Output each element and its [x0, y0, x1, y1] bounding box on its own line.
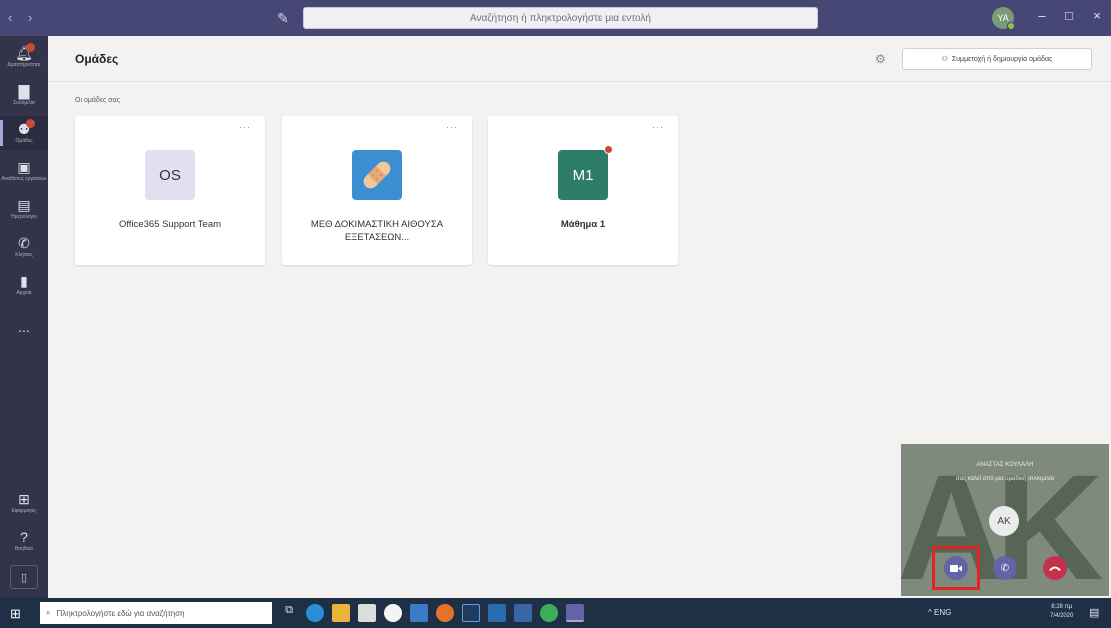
team-name: ΜΕΘ ΔΟΚΙΜΑΣΤΙΚΗ ΑΙΘΟΥΣΑ ΕΞΕΤΑΣΕΩΝ...: [310, 219, 444, 243]
decline-call-button[interactable]: [1043, 556, 1067, 580]
join-create-team-button[interactable]: ⚇ Συμμετοχή ή δημιουργία ομάδας: [902, 48, 1092, 70]
rail-item-activity[interactable]: 🔔︎ Δραστηριότητα: [0, 40, 48, 74]
apps-icon: ⊞: [18, 491, 30, 507]
rail-item-calls[interactable]: ✆ Κλήσεις: [0, 230, 48, 264]
app-icon[interactable]: [488, 604, 506, 622]
presence-indicator: [1007, 22, 1015, 30]
rail-label: Ημερολόγιο: [11, 214, 37, 220]
chat-icon: ▇: [18, 83, 30, 99]
more-options-icon[interactable]: ···: [652, 122, 664, 132]
hangup-icon: [1049, 566, 1061, 571]
maximize-button[interactable]: □: [1060, 8, 1078, 23]
firefox-icon[interactable]: [436, 604, 454, 622]
team-card-lesson1[interactable]: ··· M1 Μάθημα 1: [488, 116, 678, 265]
rail-label: Αναθέσεις εργασιών: [1, 176, 47, 182]
profile-initials: ΥΑ: [997, 13, 1009, 23]
rail-item-files[interactable]: ▮ Αρχεία: [0, 268, 48, 302]
phone-icon: ✆: [18, 235, 30, 251]
app-icon[interactable]: [514, 604, 532, 622]
windows-start-icon[interactable]: ⊞: [10, 606, 21, 622]
task-view-icon[interactable]: ⧉: [280, 604, 298, 622]
rail-item-chat[interactable]: ▇ Συνομιλία: [0, 78, 48, 112]
caller-name: ΑΝΑΣΤΑΣ ΚΟΥΛΑΛΗ: [976, 462, 1034, 468]
section-label: Οι ομάδες σας: [75, 97, 120, 104]
team-name: Μάθημα 1: [560, 219, 606, 230]
page-header: Ομάδες ⚙ ⚇ Συμμετοχή ή δημιουργία ομάδας: [48, 36, 1111, 82]
caller-avatar: AK: [989, 506, 1019, 536]
team-name: Office365 Support Team: [118, 219, 222, 230]
nav-arrows[interactable]: ‹ ›: [8, 10, 38, 25]
files-icon: ▮: [20, 273, 28, 289]
store-icon[interactable]: [358, 604, 376, 622]
clock-time: 8:28 πμ: [1051, 604, 1073, 610]
more-options-icon[interactable]: ···: [446, 122, 458, 132]
highlight-box: [932, 546, 980, 590]
phone-icon: ✆: [1000, 562, 1010, 574]
calendar-icon: ▤: [17, 197, 31, 213]
minimize-button[interactable]: –: [1033, 8, 1051, 23]
rail-label: Εφαρμογές: [11, 508, 37, 514]
compose-icon[interactable]: ✎: [274, 9, 292, 27]
join-button-label: Συμμετοχή ή δημιουργία ομάδας: [951, 55, 1053, 63]
search-icon: ⌕: [46, 608, 51, 617]
page-title: Ομάδες: [75, 52, 119, 66]
app-icon[interactable]: [384, 604, 402, 622]
call-subtitle: σας καλεί από μια ομαδική συνομιλία: [955, 476, 1055, 482]
close-button[interactable]: ×: [1088, 8, 1106, 23]
gear-icon[interactable]: ⚙: [875, 52, 886, 66]
more-options-icon[interactable]: ···: [239, 122, 251, 132]
app-rail: 🔔︎ Δραστηριότητα ▇ Συνομιλία ⚉ Ομάδες ▣ …: [0, 36, 48, 598]
taskbar-search-input[interactable]: ⌕ Πληκτρολογήστε εδώ για αναζήτηση: [40, 602, 272, 624]
activity-badge: [26, 43, 35, 52]
app-icon[interactable]: [410, 604, 428, 622]
search-input[interactable]: Αναζήτηση ή πληκτρολογήστε μια εντολή: [303, 7, 818, 29]
rail-label: Κλήσεις: [15, 252, 33, 258]
team-avatar: OS: [145, 150, 195, 200]
windows-taskbar: ⊞ ⌕ Πληκτρολογήστε εδώ για αναζήτηση ⧉ ^…: [0, 598, 1111, 628]
profile-avatar[interactable]: ΥΑ: [992, 7, 1015, 30]
rail-label: Αρχεία: [16, 290, 32, 296]
team-card-office365[interactable]: ··· OS Office365 Support Team: [75, 116, 265, 265]
rail-item-more[interactable]: ...: [0, 310, 48, 344]
taskbar-search-placeholder: Πληκτρολογήστε εδώ για αναζήτηση: [56, 608, 185, 618]
rail-label: Δραστηριότητα: [7, 62, 41, 68]
team-avatar: M1: [558, 150, 608, 200]
teams-badge: [26, 119, 35, 128]
title-bar: ‹ › ✎ Αναζήτηση ή πληκτρολογήστε μια εντ…: [0, 0, 1111, 36]
team-card-exam-room[interactable]: ··· ΜΕΘ ΔΟΚΙΜΑΣΤΙΚΗ ΑΙΘΟΥΣΑ ΕΞΕΤΑΣΕΩΝ...: [282, 116, 472, 265]
rail-item-help[interactable]: ? Βοήθεια: [0, 524, 48, 558]
rail-item-teams[interactable]: ⚉ Ομάδες: [0, 116, 48, 150]
assignments-icon: ▣: [17, 159, 31, 175]
rail-label: Συνομιλία: [13, 100, 35, 106]
notification-badge: [604, 145, 613, 154]
device-icon[interactable]: ▯: [10, 565, 38, 589]
notification-center-icon[interactable]: ▤: [1089, 606, 1099, 619]
rail-label: Ομάδες: [15, 138, 33, 144]
app-icon[interactable]: [462, 604, 480, 622]
help-icon: ?: [20, 529, 28, 545]
edge-icon[interactable]: [306, 604, 324, 622]
teams-taskbar-icon[interactable]: [566, 604, 584, 622]
join-team-icon: ⚇: [941, 56, 948, 63]
chrome-icon[interactable]: [540, 604, 558, 622]
clock[interactable]: 8:28 πμ 7/4/2020: [1050, 603, 1073, 621]
rail-item-apps[interactable]: ⊞ Εφαρμογές: [0, 486, 48, 520]
bandage-icon: [352, 150, 402, 200]
rail-item-calendar[interactable]: ▤ Ημερολόγιο: [0, 192, 48, 226]
more-icon: ...: [18, 319, 30, 335]
accept-audio-button[interactable]: ✆: [993, 556, 1017, 580]
rail-item-assignments[interactable]: ▣ Αναθέσεις εργασιών: [0, 154, 48, 188]
rail-label: Βοήθεια: [15, 546, 33, 552]
system-tray[interactable]: ^ ENG: [928, 608, 951, 617]
clock-date: 7/4/2020: [1050, 613, 1074, 619]
file-explorer-icon[interactable]: [332, 604, 350, 622]
